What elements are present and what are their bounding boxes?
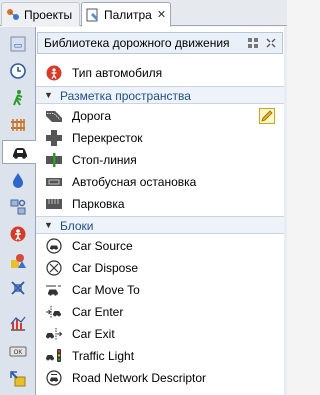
parking-icon <box>46 199 62 209</box>
palette-item-label: Парковка <box>72 197 125 211</box>
palette-item-car-dispose[interactable]: Car Dispose <box>36 257 287 279</box>
section-collapse-arrow-icon: ▼ <box>44 220 53 230</box>
library-title: Библиотека дорожного движения <box>44 36 230 50</box>
category-rail-icon[interactable] <box>4 113 32 137</box>
collapse-icon[interactable] <box>264 36 278 50</box>
bus-stop-icon <box>46 178 62 186</box>
category-road-traffic-icon[interactable] <box>2 140 36 164</box>
category-connectivity-icon[interactable] <box>4 367 32 391</box>
section-space-markup[interactable]: ▼ Разметка пространства <box>36 86 287 104</box>
stop-line-icon <box>46 153 62 167</box>
palette-item-intersection[interactable]: Перекресток <box>36 127 287 149</box>
section-blocks[interactable]: ▼ Блоки <box>36 216 287 234</box>
palette-item-label: Перекресток <box>72 131 143 145</box>
road-network-descriptor-icon <box>46 370 62 386</box>
palette-item-car-move-to[interactable]: Car Move To <box>36 279 287 301</box>
car-dispose-icon <box>46 260 62 276</box>
section-label: Блоки <box>60 219 94 233</box>
category-process-icon[interactable]: ▭ <box>4 32 32 56</box>
category-space-markup-icon[interactable] <box>4 276 32 300</box>
svg-text:OK: OK <box>14 350 23 356</box>
intersection-icon <box>46 130 62 146</box>
palette-item-car-exit[interactable]: Car Exit <box>36 323 287 345</box>
tab-projects-label: Проекты <box>24 7 73 22</box>
palette-item-stop-line[interactable]: Стоп-линия <box>36 149 287 171</box>
panel-scroll-edge <box>284 27 287 395</box>
view-tab-bar: Проекты Палитра ✕ <box>0 0 287 27</box>
traffic-light-icon <box>46 349 61 362</box>
projects-icon <box>7 8 19 20</box>
svg-text:▭: ▭ <box>14 40 23 50</box>
palette-item-traffic-light[interactable]: Traffic Light <box>36 345 287 367</box>
car-type-icon <box>46 65 62 81</box>
palette-item-label: Car Dispose <box>72 261 139 275</box>
tab-projects[interactable]: Проекты <box>1 2 80 26</box>
tab-palette-label: Палитра <box>104 7 152 22</box>
palette-item-label: Автобусная остановка <box>72 175 197 189</box>
palette-item-road[interactable]: Дорога <box>36 105 287 127</box>
palette-category-rail: ▭ OK <box>0 27 36 395</box>
palette-item-label: Car Enter <box>72 305 124 319</box>
section-collapse-arrow-icon: ▼ <box>44 90 53 100</box>
category-agent-icon[interactable] <box>4 222 32 246</box>
edit-pencil-icon[interactable] <box>259 108 275 124</box>
library-header: Библиотека дорожного движения <box>37 32 283 54</box>
category-pedestrian-icon[interactable] <box>4 86 32 110</box>
palette-item-label: Стоп-линия <box>72 153 137 167</box>
palette-item-road-network-descriptor[interactable]: Road Network Descriptor <box>36 367 287 389</box>
palette-icon <box>86 8 98 21</box>
grid-view-icon[interactable] <box>246 36 260 50</box>
category-controls-icon[interactable]: OK <box>4 339 32 363</box>
palette-panel: Библиотека дорожного движения Тип автомо… <box>36 27 287 395</box>
car-enter-icon <box>46 306 61 318</box>
palette-item-bus-stop[interactable]: Автобусная остановка <box>36 171 287 193</box>
palette-item-car-type[interactable]: Тип автомобиля <box>36 62 287 84</box>
category-fluid-icon[interactable] <box>4 168 32 192</box>
category-clock-icon[interactable] <box>4 59 32 83</box>
category-material-handling-icon[interactable] <box>4 195 32 219</box>
palette-item-label: Car Exit <box>72 327 115 341</box>
palette-item-parking[interactable]: Парковка <box>36 193 287 215</box>
car-source-icon <box>46 238 62 254</box>
palette-item-label: Дорога <box>72 109 112 123</box>
close-icon[interactable]: ✕ <box>157 8 166 21</box>
section-label: Разметка пространства <box>60 89 191 103</box>
palette-item-label: Traffic Light <box>72 349 135 363</box>
palette-item-label: Road Network Descriptor <box>72 371 207 385</box>
category-presentation-icon[interactable] <box>4 249 32 273</box>
palette-item-label: Car Move To <box>72 283 140 297</box>
palette-item-label: Car Source <box>72 239 133 253</box>
road-icon <box>46 111 62 122</box>
category-analysis-icon[interactable] <box>4 311 32 335</box>
car-move-to-icon <box>46 285 61 296</box>
palette-item-label: Тип автомобиля <box>72 66 163 80</box>
car-exit-icon <box>46 328 62 340</box>
tab-palette[interactable]: Палитра ✕ <box>81 2 171 27</box>
palette-item-car-source[interactable]: Car Source <box>36 235 287 257</box>
palette-item-car-enter[interactable]: Car Enter <box>36 301 287 323</box>
